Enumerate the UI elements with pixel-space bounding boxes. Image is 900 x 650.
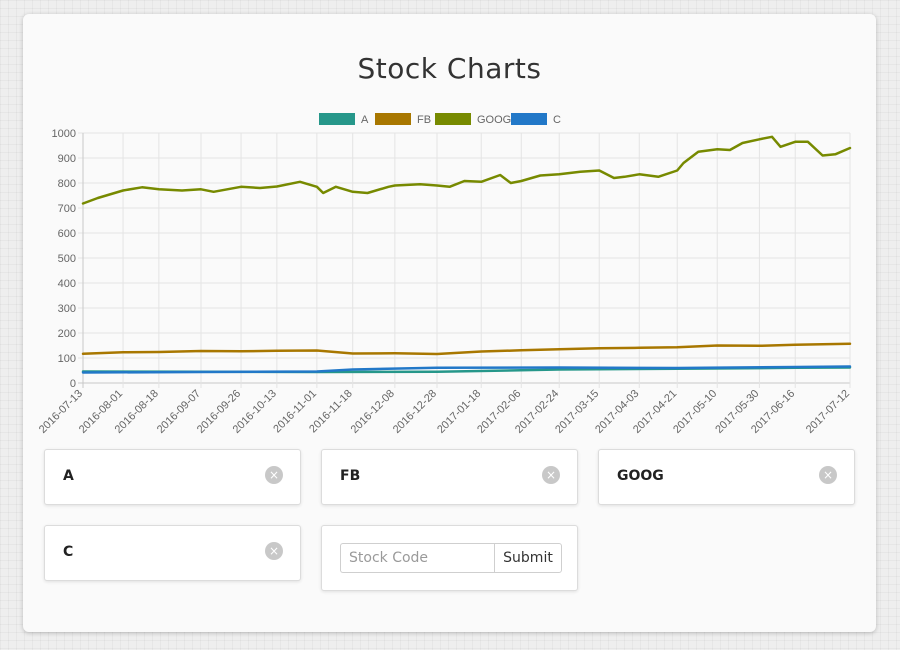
- series-line-fb: [81, 342, 852, 356]
- stock-card-a: A ×: [44, 449, 301, 505]
- remove-icon[interactable]: ×: [542, 466, 560, 484]
- stock-code-label: FB: [340, 468, 361, 484]
- stock-card-fb: FB ×: [321, 449, 578, 505]
- y-tick-label: 500: [58, 253, 76, 265]
- legend-label-fb: FB: [417, 114, 431, 126]
- y-tick-label: 600: [58, 228, 76, 240]
- legend-label-c: C: [553, 114, 561, 126]
- y-tick-label: 700: [58, 203, 76, 215]
- legend-swatch-a: [319, 113, 355, 125]
- y-tick-label: 900: [58, 153, 76, 165]
- y-tick-label: 400: [58, 278, 76, 290]
- x-tick-label: 2016-12-08: [349, 388, 397, 436]
- stock-code-input[interactable]: [340, 543, 494, 573]
- stock-card-c: C ×: [44, 525, 301, 581]
- legend-swatch-fb: [375, 113, 411, 125]
- submit-button[interactable]: Submit: [494, 543, 562, 573]
- legend-label-a: A: [361, 114, 369, 126]
- y-tick-label: 100: [58, 353, 76, 365]
- main-card: Stock Charts 0 100 200 300 400 500 600 700 800 90…: [23, 14, 876, 632]
- y-tick-label: 800: [58, 178, 76, 190]
- legend-swatch-goog: [435, 113, 471, 125]
- x-tick-label: 2016-12-28: [391, 388, 439, 436]
- add-stock-form: Submit: [321, 525, 578, 591]
- stock-card-goog: GOOG ×: [598, 449, 855, 505]
- remove-icon[interactable]: ×: [265, 466, 283, 484]
- y-tick-label: 300: [58, 303, 76, 315]
- y-tick-label: 200: [58, 328, 76, 340]
- series-line-goog: [81, 135, 852, 205]
- x-tick-label: 2017-05-10: [671, 388, 719, 436]
- stock-code-label: C: [63, 544, 74, 560]
- remove-icon[interactable]: ×: [819, 466, 837, 484]
- remove-icon[interactable]: ×: [265, 542, 283, 560]
- x-tick-label: 2017-07-12: [804, 388, 852, 436]
- legend-swatch-c: [511, 113, 547, 125]
- legend-label-goog: GOOG: [477, 114, 511, 126]
- y-tick-label: 1000: [52, 128, 76, 140]
- stock-line-chart: 010020030040050060070080090010002016-07-…: [37, 113, 852, 436]
- stock-code-label: A: [63, 468, 74, 484]
- stock-code-label: GOOG: [617, 468, 664, 484]
